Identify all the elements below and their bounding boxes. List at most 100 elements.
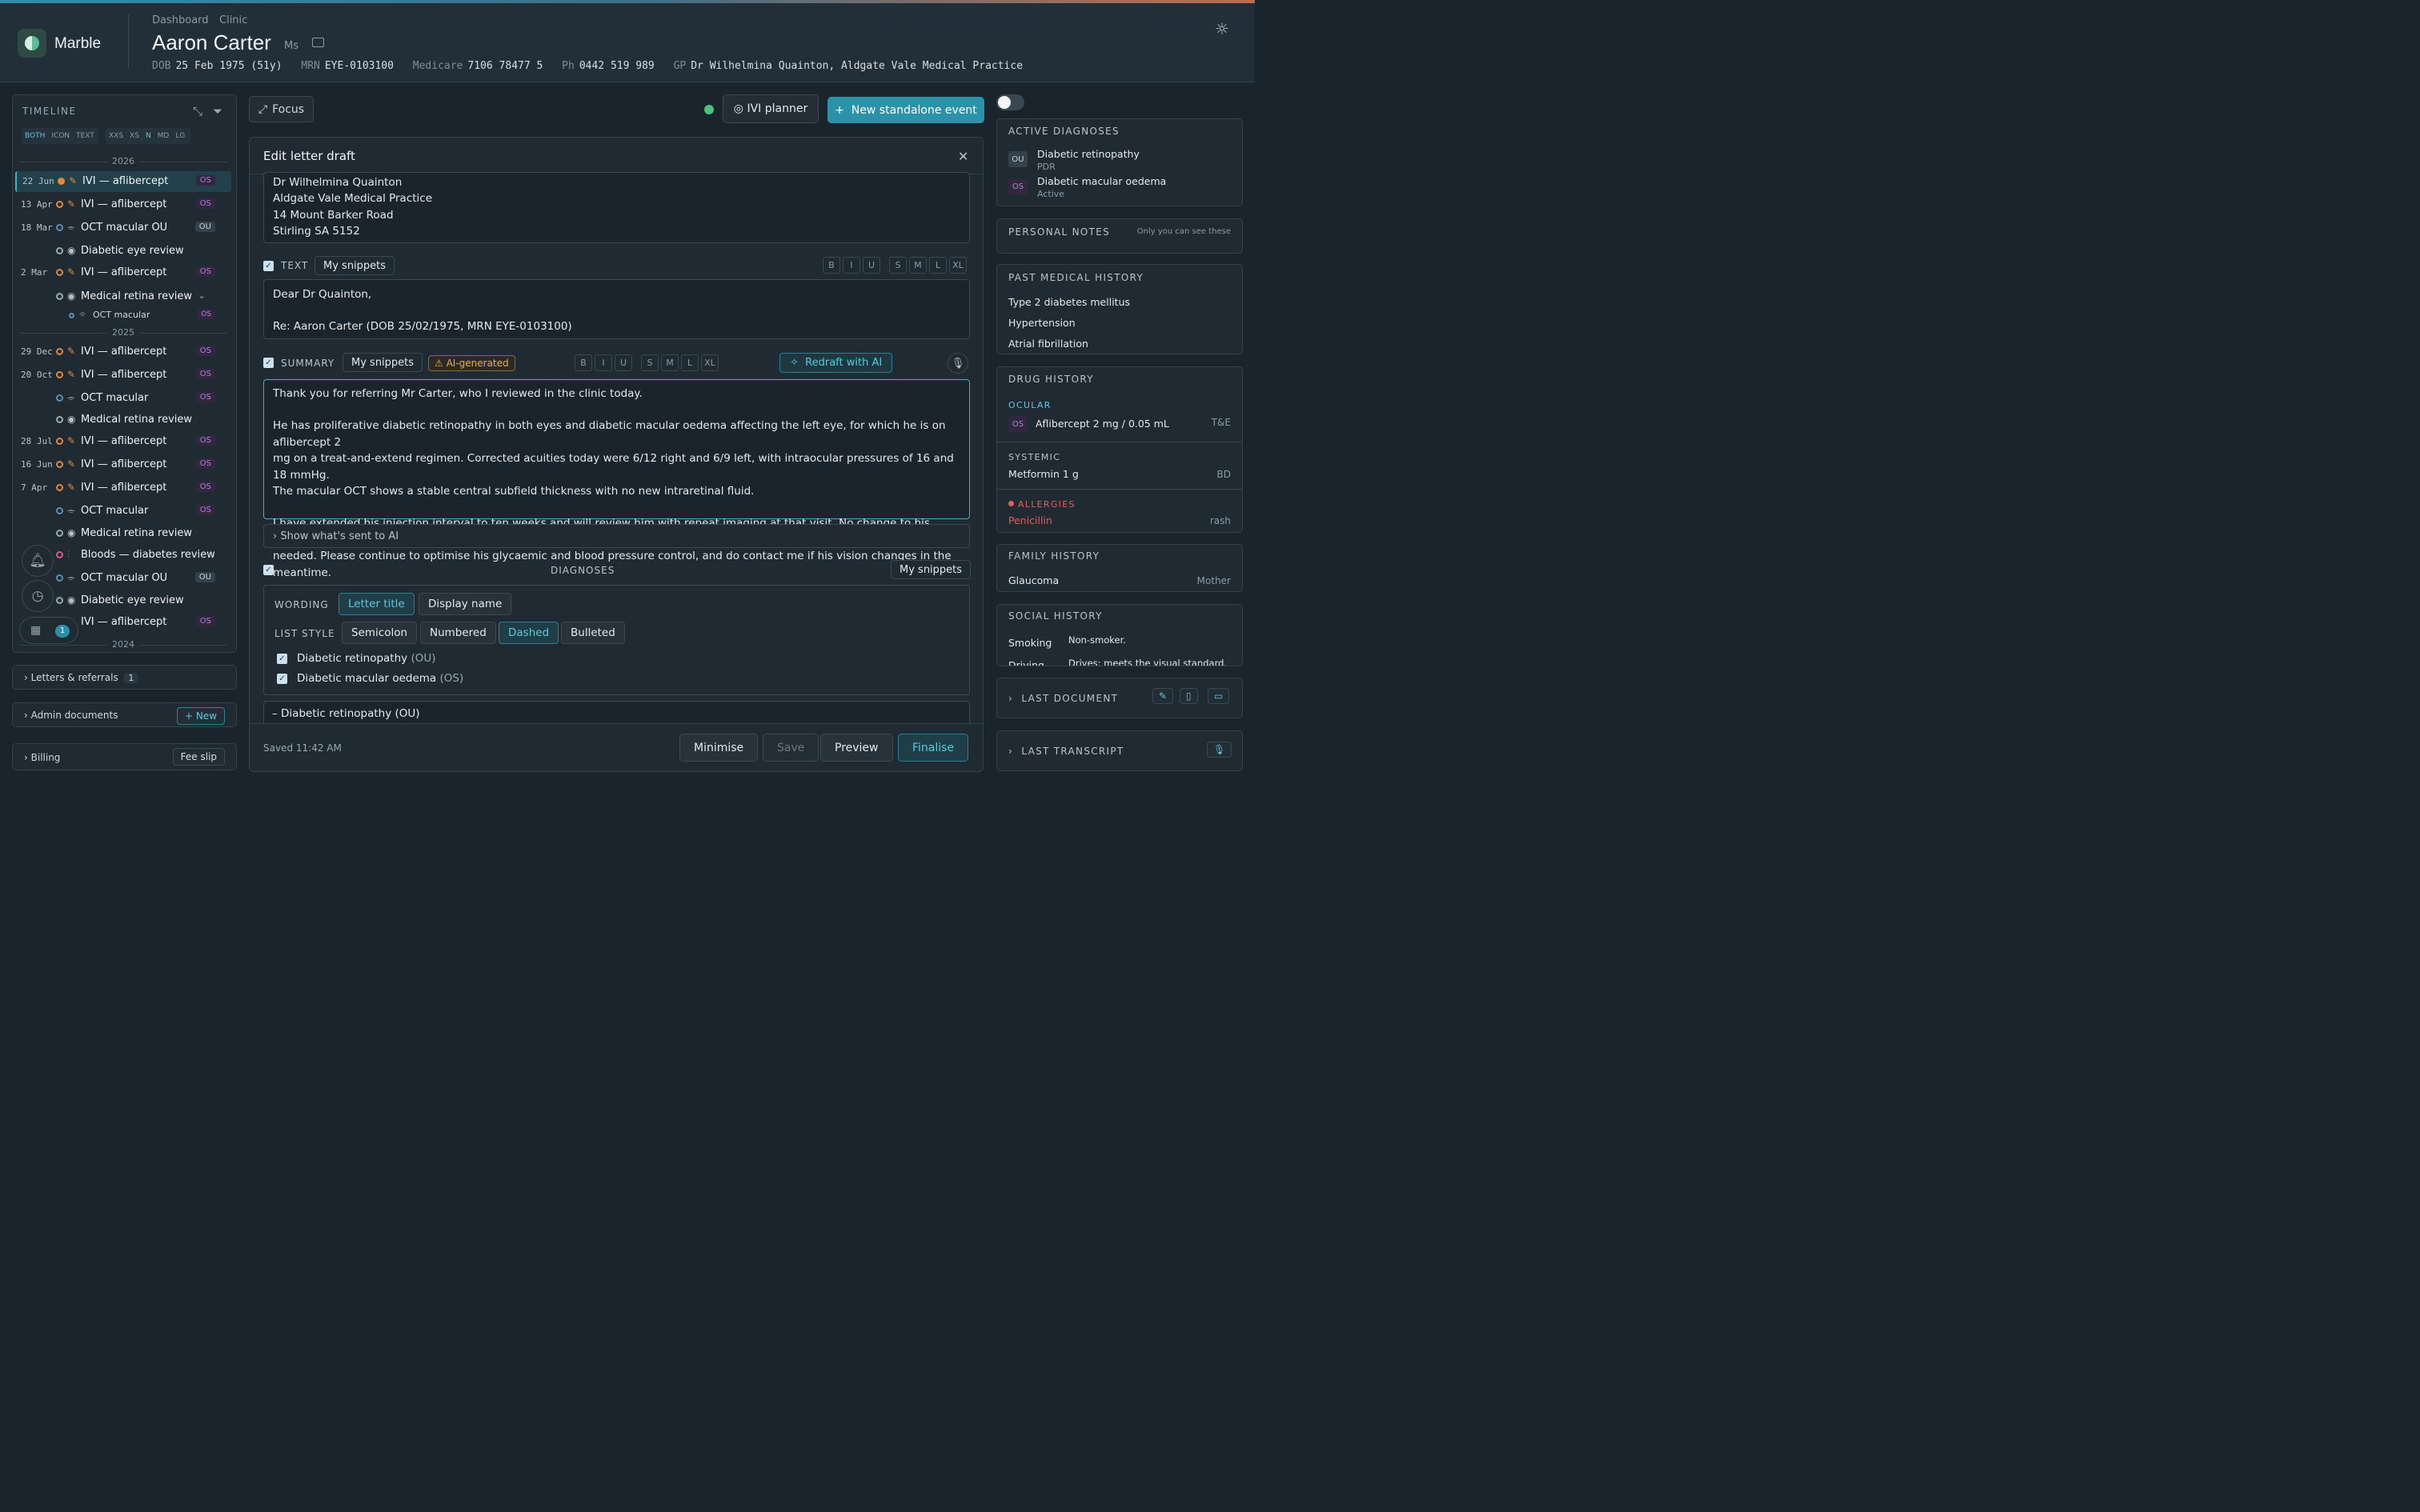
timeline-item[interactable]: ◉ Medical retina review ⌄ [15,286,231,307]
size-l-button[interactable]: L [681,354,699,371]
size-n[interactable]: N [146,132,151,140]
text-snippets-button[interactable]: My snippets [315,256,395,275]
mode-icon[interactable]: ICON [51,132,70,140]
letters-text: Letters & referrals [30,672,118,683]
timeline-item[interactable]: 7 Apr ✎ IVI — aflibercept OS [15,478,231,498]
close-icon[interactable]: ✕ [958,149,968,164]
show-ai-disclosure[interactable]: › Show what's sent to AI [263,524,970,548]
chevron-down-icon[interactable]: ⌄ [198,290,206,301]
calendar-button[interactable]: ▦ 1 [19,617,78,644]
timeline-item[interactable]: 18 Mar ⌯ OCT macular OU OU [15,218,231,238]
list-style-semicolon-option[interactable]: Semicolon [342,622,418,644]
summary-checkbox[interactable]: ✓ [263,358,274,368]
timeline-item[interactable]: 2 Mar ✎ IVI — aflibercept OS [15,262,231,283]
text-textarea[interactable]: Dear Dr Quainton, Re: Aaron Carter (DOB … [263,279,970,339]
size-md[interactable]: MD [158,132,170,140]
size-xl-button[interactable]: XL [701,354,719,371]
microphone-icon[interactable]: 🎙︎ [948,353,968,374]
size-s-button[interactable]: S [641,354,659,371]
active-diagnosis-item[interactable]: Diabetic retinopathy PDR [1037,148,1140,172]
diagnosis-checkbox[interactable]: ✓ [277,654,287,664]
fee-slip-button[interactable]: Fee slip [172,748,225,766]
finalise-button[interactable]: Finalise [898,734,969,762]
microphone-icon[interactable]: 🎙︎ [1207,742,1232,758]
last-transcript-panel[interactable]: › LAST TRANSCRIPT 🎙︎ [996,730,1243,771]
diagnosis-item: Diabetic macular oedema (OS) [297,672,463,685]
summary-textarea[interactable]: Thank you for referring Mr Carter, who I… [263,379,970,579]
timeline-item[interactable]: 13 Apr ✎ IVI — aflibercept OS [15,194,231,215]
size-m-button[interactable]: M [661,354,679,371]
summary-snippets-button[interactable]: My snippets [343,353,423,372]
filter-icon[interactable]: ⏷ [213,104,222,118]
minimise-button[interactable]: Minimise [679,734,759,762]
focus-button[interactable]: ⤢ Focus [249,96,314,122]
redraft-ai-button[interactable]: ✧ Redraft with AI [779,353,893,373]
breadcrumb-clinic[interactable]: Clinic [219,14,247,26]
timeline-item[interactable]: ◉ Diabetic eye review [15,241,231,262]
size-xs[interactable]: XS [130,132,139,140]
list-style-bulleted-option[interactable]: Bulleted [561,622,625,644]
timeline-item[interactable]: ⌯ OCT macular OS [15,501,231,522]
timeline-item[interactable]: ◉ Medical retina review [15,523,231,544]
timeline-dot [56,551,63,558]
notifications-bell-icon[interactable]: 🔔︎ [22,545,54,577]
diagnoses-preview[interactable]: – Diabetic retinopathy (OU) [263,701,970,723]
bold-button[interactable]: B [823,257,840,274]
list-style-numbered-option[interactable]: Numbered [420,622,496,644]
personal-notes-panel[interactable]: PERSONAL NOTES Only you can see these [996,218,1243,254]
last-document-panel[interactable]: › LAST DOCUMENT ✎ ▯ ▭ [996,678,1243,718]
breadcrumb-dashboard[interactable]: Dashboard [152,14,209,26]
active-diagnosis-item[interactable]: Diabetic macular oedema Active [1037,175,1166,199]
timeline-item[interactable]: 22 Jun ✎ IVI — aflibercept OS [15,171,231,192]
edit-pencil-icon[interactable]: ✎ [1152,688,1174,704]
timeline-item[interactable]: 29 Dec ✎ IVI — aflibercept OS [15,342,231,362]
underline-button[interactable]: U [615,354,632,371]
diagnoses-snippets-button[interactable]: My snippets [891,560,972,579]
app-logo[interactable] [18,29,46,58]
size-xxs[interactable]: XXS [109,132,123,140]
letters-referrals-section[interactable]: › Letters & referrals 1 [12,665,237,690]
timeline-item[interactable]: ⌯ OCT macular OS [15,388,231,409]
size-s-button[interactable]: S [889,257,907,274]
italic-button[interactable]: I [595,354,612,371]
bold-button[interactable]: B [575,354,592,371]
display-mode-toggle[interactable]: BOTH ICON TEXT [22,128,98,144]
size-m-button[interactable]: M [909,257,927,274]
theme-sun-icon[interactable]: ☼ [1215,19,1229,38]
collapse-icon[interactable]: ⤡ [193,104,202,118]
timeline-item[interactable]: ⌯ OCT macular OS [15,307,231,323]
new-standalone-event-button[interactable]: + New standalone event [827,97,984,123]
address-textarea[interactable]: Dr Wilhelmina Quainton Aldgate Vale Medi… [263,172,970,243]
ivi-planner-button[interactable]: ◎ IVI planner [723,94,819,123]
timeline-item[interactable]: ◉ Medical retina review [15,410,231,430]
save-button[interactable]: Save [763,734,819,762]
preview-button[interactable]: Preview [820,734,893,762]
diagnoses-checkbox[interactable]: ✓ [263,565,274,575]
wording-display-name-option[interactable]: Display name [419,593,512,615]
mode-both[interactable]: BOTH [25,132,45,140]
document-icon[interactable]: ▯ [1180,688,1198,704]
text-checkbox[interactable]: ✓ [263,261,274,271]
size-xl-button[interactable]: XL [949,257,967,274]
timeline-item[interactable]: 20 Oct ✎ IVI — aflibercept OS [15,365,231,386]
history-clock-icon[interactable]: ◷ [22,580,54,612]
italic-button[interactable]: I [843,257,860,274]
size-l-button[interactable]: L [929,257,947,274]
timeline-item[interactable]: 28 Jul ✎ IVI — aflibercept OS [15,431,231,452]
present-screen-icon[interactable]: ▭ [1208,688,1230,704]
wording-letter-title-option[interactable]: Letter title [339,593,415,615]
mode-text[interactable]: TEXT [76,132,94,140]
density-toggle[interactable]: XXS XS N MD LG [106,128,190,144]
billing-section[interactable]: › Billing Fee slip [12,743,237,770]
diagnosis-checkbox[interactable]: ✓ [277,674,287,684]
admin-documents-section[interactable]: › Admin documents + New [12,702,237,727]
size-lg[interactable]: LG [175,132,185,140]
list-style-dashed-option[interactable]: Dashed [499,622,559,644]
admin-new-button[interactable]: + New [176,707,225,725]
timeline-item[interactable]: 16 Jun ✎ IVI — aflibercept OS [15,454,231,475]
panel-toggle[interactable] [996,94,1024,110]
family-history-title: FAMILY HISTORY [1008,550,1100,562]
eye-tag-ou: OU [1008,151,1028,167]
id-card-icon[interactable] [312,38,324,47]
underline-button[interactable]: U [863,257,880,274]
